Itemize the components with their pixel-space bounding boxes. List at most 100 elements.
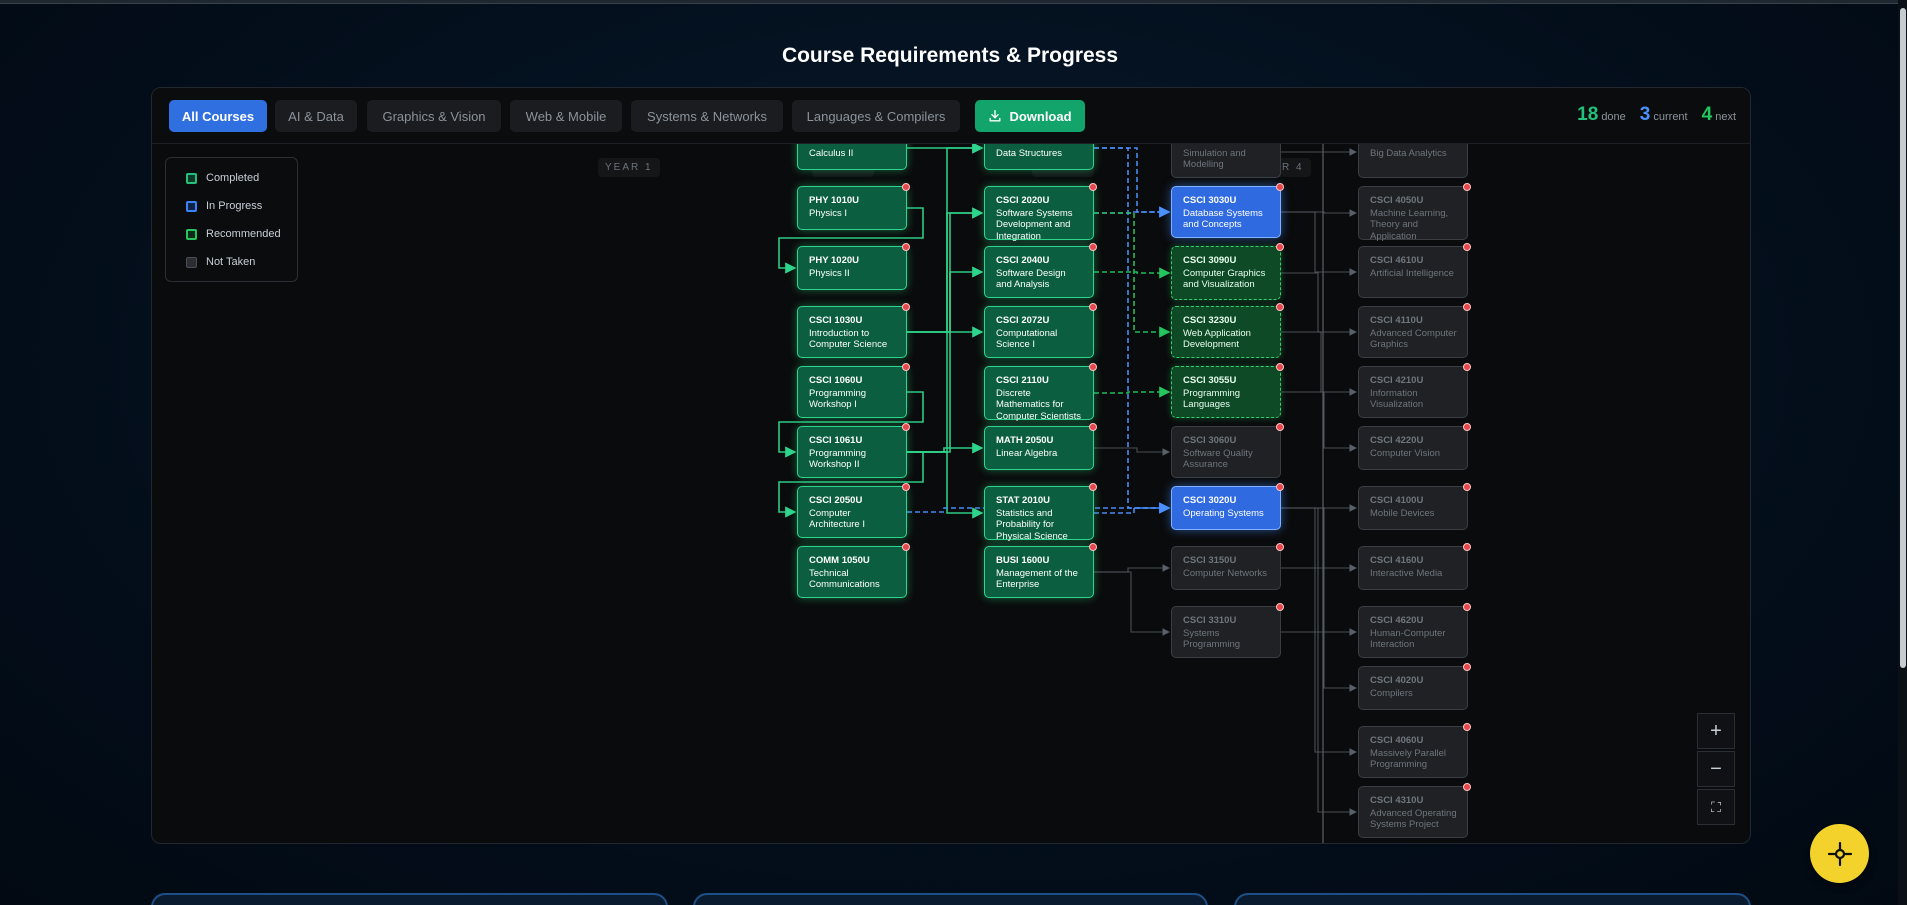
remove-course-icon[interactable] <box>1276 423 1284 431</box>
remove-course-icon[interactable] <box>1276 243 1284 251</box>
course-name: Linear Algebra <box>996 447 1058 459</box>
progress-stats: 18 done 3 current 4 next <box>1577 104 1736 126</box>
remove-course-icon[interactable] <box>1276 183 1284 191</box>
course-node-busi-1600u[interactable]: BUSI 1600U Management of the Enterprise <box>984 543 1097 598</box>
edge-busi-1600u-to-csci-3310u <box>1094 571 1170 636</box>
course-node-csci-4610u[interactable]: CSCI 4610U Artificial Intelligence <box>1358 243 1471 298</box>
course-node-csci-2020u[interactable]: CSCI 2020U Software Systems Development a… <box>984 183 1097 242</box>
course-code: STAT 2010U <box>996 495 1051 506</box>
course-node-csci-4220u[interactable]: CSCI 4220U Computer Vision <box>1358 423 1471 470</box>
remove-course-icon[interactable] <box>1276 363 1284 371</box>
remove-course-icon[interactable] <box>1463 423 1471 431</box>
course-node-csci-3310u[interactable]: CSCI 3310U Systems Programming <box>1171 603 1284 658</box>
remove-course-icon[interactable] <box>902 483 910 491</box>
remove-course-icon[interactable] <box>1089 303 1097 311</box>
remove-course-icon[interactable] <box>1463 303 1471 311</box>
remove-course-icon[interactable] <box>1463 243 1471 251</box>
course-node-csci-3020u[interactable]: CSCI 3020U Operating Systems <box>1171 483 1284 530</box>
course-name: Advanced Operating Systems Project <box>1370 807 1457 831</box>
course-node-csci-4110u[interactable]: CSCI 4110U Advanced Computer Graphics <box>1358 303 1471 358</box>
legend-completed: Completed <box>186 172 259 184</box>
remove-course-icon[interactable] <box>1463 723 1471 731</box>
course-node-csci-2050u[interactable]: CSCI 2050U Computer Architecture I <box>797 483 910 538</box>
remove-course-icon[interactable] <box>1463 663 1471 671</box>
remove-course-icon[interactable] <box>1463 783 1471 791</box>
course-node-csci-4050u[interactable]: CSCI 4050U Machine Learning, Theory and A… <box>1358 183 1471 242</box>
plus-icon: + <box>1710 719 1722 742</box>
tab-graphics-vision[interactable]: Graphics & Vision <box>367 100 501 132</box>
remove-course-icon[interactable] <box>1463 183 1471 191</box>
course-node-math-2050u[interactable]: MATH 2050U Linear Algebra <box>984 423 1097 470</box>
course-node-csci-1060u[interactable]: CSCI 1060U Programming Workshop I <box>797 363 910 418</box>
remove-course-icon[interactable] <box>1089 243 1097 251</box>
course-node-csci-4210u[interactable]: CSCI 4210U Information Visualization <box>1358 363 1471 418</box>
remove-course-icon[interactable] <box>1276 483 1284 491</box>
course-code: CSCI 4220U <box>1370 435 1424 446</box>
course-node-phy-1020u[interactable]: PHY 1020U Physics II <box>797 243 910 290</box>
remove-course-icon[interactable] <box>902 543 910 551</box>
tab-ai-data[interactable]: AI & Data <box>275 100 357 132</box>
course-code: CSCI 2072U <box>996 315 1050 326</box>
course-node-csci-3060u[interactable]: CSCI 3060U Software Quality Assurance <box>1171 423 1284 478</box>
course-node-csci-3030u[interactable]: CSCI 3030U Database Systems and Concepts <box>1171 183 1284 238</box>
course-node-csci-2110u[interactable]: CSCI 2110U Discrete Mathematics for Compu… <box>984 363 1097 422</box>
course-node-stat-2010u[interactable]: STAT 2010U Statistics and Probability for… <box>984 483 1097 542</box>
remove-course-icon[interactable] <box>1276 303 1284 311</box>
tab-languages-compilers[interactable]: Languages & Compilers <box>792 100 960 132</box>
course-code: PHY 1010U <box>809 195 859 206</box>
remove-course-icon[interactable] <box>1089 543 1097 551</box>
tab-all-courses[interactable]: All Courses <box>169 100 267 132</box>
remove-course-icon[interactable] <box>1276 543 1284 551</box>
zoom-out-button[interactable]: − <box>1697 751 1735 787</box>
course-node-csci-4310u[interactable]: CSCI 4310U Advanced Operating Systems Pro… <box>1358 783 1471 838</box>
scrollbar-thumb[interactable] <box>1900 8 1906 668</box>
course-code: CSCI 3020U <box>1183 495 1237 506</box>
status-legend: Completed In Progress Recommended Not Ta… <box>165 157 298 282</box>
zoom-in-button[interactable]: + <box>1697 713 1735 749</box>
course-node-csci-4620u[interactable]: CSCI 4620U Human-Computer Interaction <box>1358 603 1471 658</box>
remove-course-icon[interactable] <box>1089 363 1097 371</box>
remove-course-icon[interactable] <box>902 303 910 311</box>
legend-completed-label: Completed <box>206 172 260 184</box>
remove-course-icon[interactable] <box>1463 363 1471 371</box>
remove-course-icon[interactable] <box>902 183 910 191</box>
download-button[interactable]: Download <box>975 100 1085 132</box>
course-node-csci-4100u[interactable]: CSCI 4100U Mobile Devices <box>1358 483 1471 530</box>
course-node-csci-2072u[interactable]: CSCI 2072U Computational Science I <box>984 303 1097 358</box>
course-node-csci-2040u[interactable]: CSCI 2040U Software Design and Analysis <box>984 243 1097 298</box>
course-name: Introduction to Computer Science <box>809 327 888 351</box>
course-node-csci-3055u[interactable]: CSCI 3055U Programming Languages <box>1171 363 1284 418</box>
course-node-comm-1050u[interactable]: COMM 1050U Technical Communications <box>797 543 910 598</box>
remove-course-icon[interactable] <box>1089 483 1097 491</box>
recommended-swatch <box>186 228 197 240</box>
remove-course-icon[interactable] <box>1089 423 1097 431</box>
remove-course-icon[interactable] <box>902 363 910 371</box>
tab-web-mobile[interactable]: Web & Mobile <box>510 100 622 132</box>
course-node-csci-1061u[interactable]: CSCI 1061U Programming Workshop II <box>797 423 910 478</box>
course-name: Programming Workshop I <box>809 387 867 411</box>
remove-course-icon[interactable] <box>1276 603 1284 611</box>
course-node-csci-4160u[interactable]: CSCI 4160U Interactive Media <box>1358 543 1471 590</box>
stat-next-label: next <box>1715 111 1736 123</box>
edge-csci-2010u-to-csci-3020u <box>1094 147 1171 514</box>
course-node-csci-4060u[interactable]: CSCI 4060U Massively Parallel Programming <box>1358 723 1471 778</box>
remove-course-icon[interactable] <box>1089 183 1097 191</box>
course-node-csci-4020u[interactable]: CSCI 4020U Compilers <box>1358 663 1471 710</box>
tab-systems-networks[interactable]: Systems & Networks <box>631 100 783 132</box>
course-code: CSCI 4160U <box>1370 555 1424 566</box>
remove-course-icon[interactable] <box>1463 483 1471 491</box>
floating-action-button[interactable] <box>1810 824 1869 883</box>
course-code: CSCI 4020U <box>1370 675 1424 686</box>
course-node-csci-1030u[interactable]: CSCI 1030U Introduction to Computer Scien… <box>797 303 910 358</box>
remove-course-icon[interactable] <box>902 243 910 251</box>
course-node-phy-1010u[interactable]: PHY 1010U Physics I <box>797 183 910 230</box>
remove-course-icon[interactable] <box>1463 543 1471 551</box>
course-code: CSCI 4050U <box>1370 195 1424 206</box>
remove-course-icon[interactable] <box>1463 603 1471 611</box>
remove-course-icon[interactable] <box>902 423 910 431</box>
course-node-csci-3230u[interactable]: CSCI 3230U Web Application Development <box>1171 303 1284 358</box>
fit-view-button[interactable]: ⛶ <box>1697 789 1735 825</box>
course-node-csci-3090u[interactable]: CSCI 3090U Computer Graphics and Visualiz… <box>1171 243 1284 300</box>
course-name: Discrete Mathematics for Computer Scient… <box>996 387 1082 422</box>
course-node-csci-3150u[interactable]: CSCI 3150U Computer Networks <box>1171 543 1284 590</box>
